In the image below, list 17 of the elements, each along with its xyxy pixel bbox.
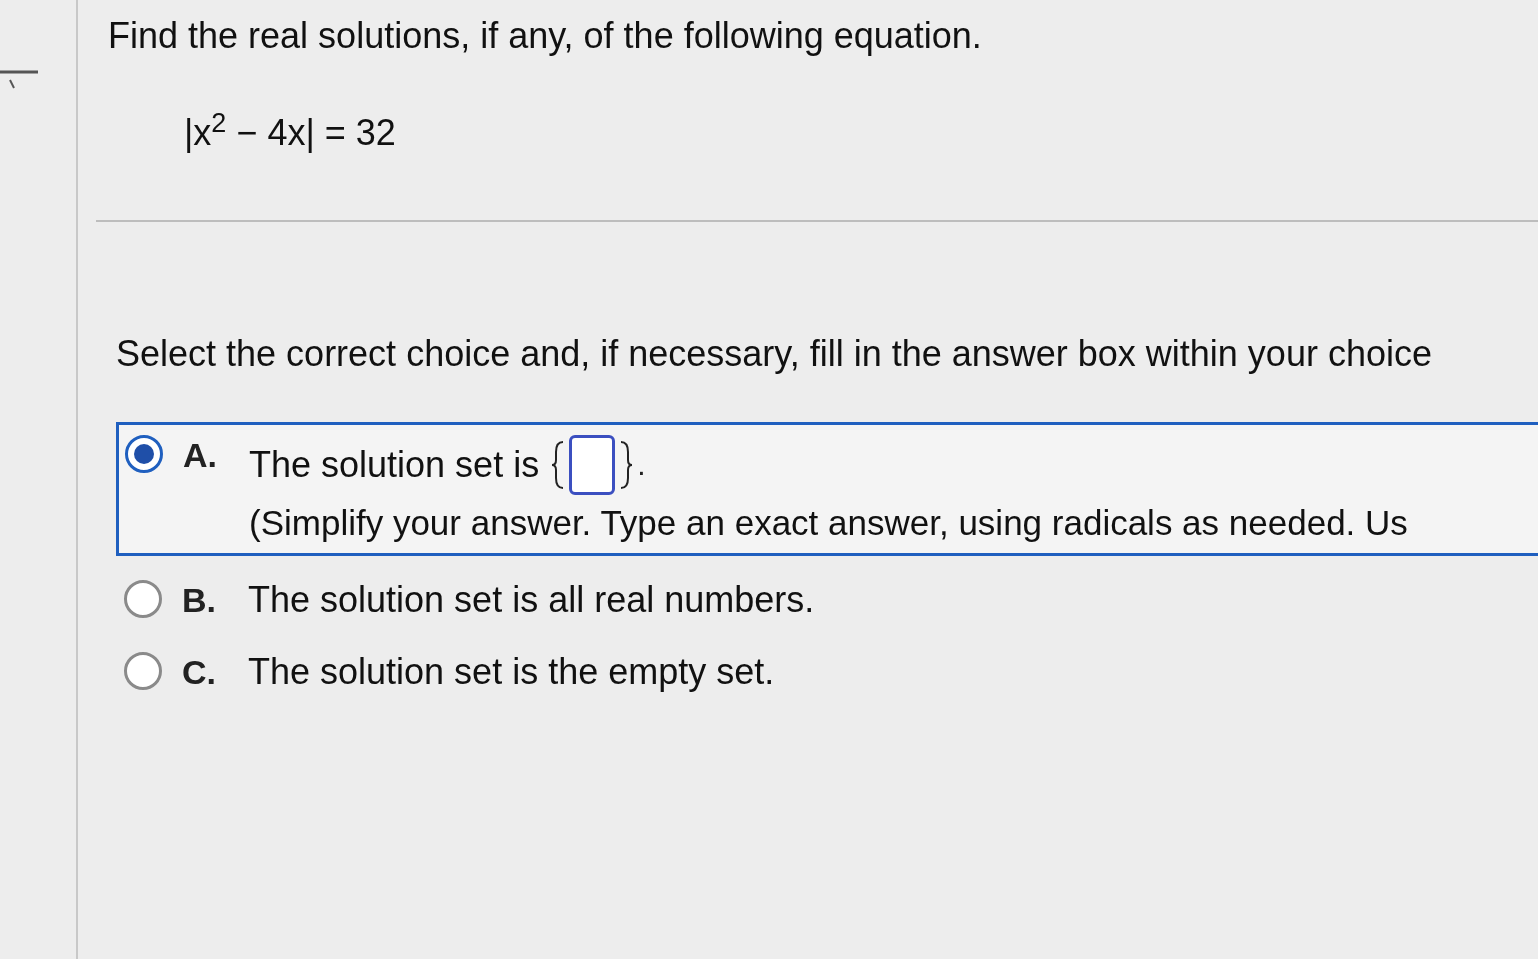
radio-button[interactable] — [124, 652, 162, 690]
right-brace-icon — [619, 440, 634, 490]
choice-letter: A. — [183, 435, 218, 475]
left-brace-icon — [551, 440, 566, 490]
choice-letter: B. — [182, 580, 217, 620]
equation: |x$^{2}$ − 4x| = 32 — [184, 106, 397, 155]
period-mark: . — [637, 450, 646, 480]
question-prompt: Find the real solutions, if any, of the following equation. — [108, 14, 983, 58]
choice-text: The solution set is the empty set. — [248, 652, 775, 692]
radio-button[interactable] — [124, 580, 162, 618]
answer-box[interactable] — [569, 435, 616, 495]
instruction-text: Select the correct choice and, if necessary, fill in the answer box within your choice — [116, 332, 1433, 376]
answer-hint: (Simplify your answer. Type an exact answer, using radicals as needed. Us — [249, 502, 1408, 544]
choice-text: The solution set is — [249, 445, 540, 485]
choice-text: The solution set is all real numbers. — [248, 580, 815, 620]
radio-button[interactable] — [125, 435, 163, 473]
choice-letter: C. — [182, 652, 217, 692]
